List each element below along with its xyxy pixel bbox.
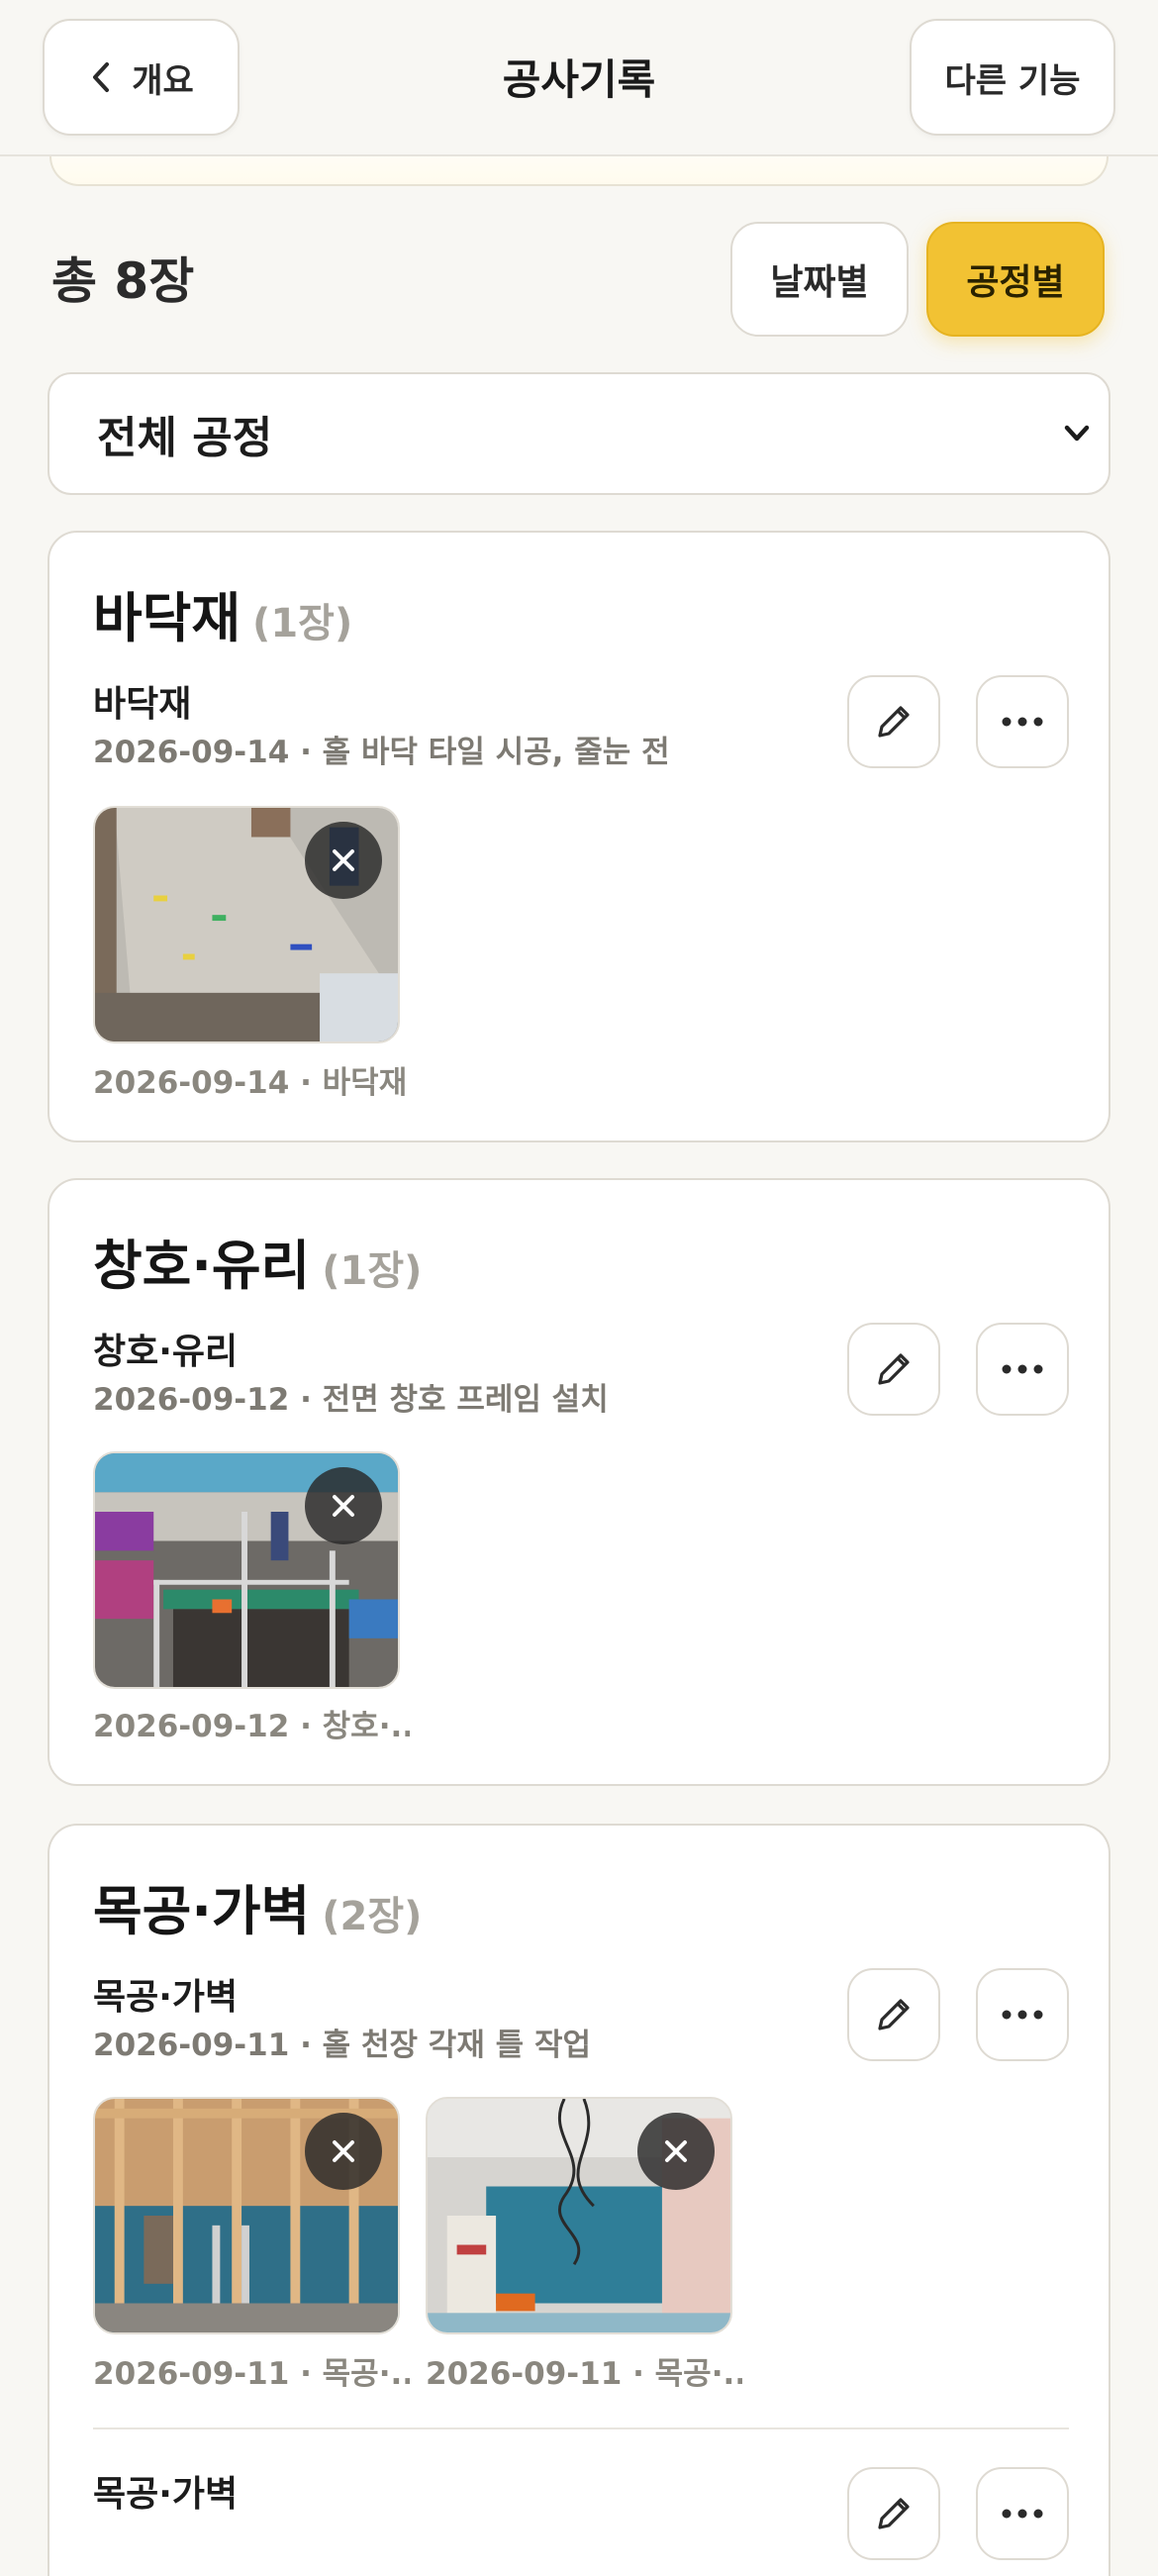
- photo-total-count: 총 8장: [51, 252, 195, 310]
- edit-entry-button[interactable]: [847, 1323, 940, 1416]
- remove-photo-button[interactable]: [305, 1467, 382, 1544]
- process-group-card: 창호·유리 (1장) 창호·유리 2026-09-12 · 전면 창호 프레임 …: [48, 1178, 1110, 1786]
- entry-more-button[interactable]: [976, 2467, 1069, 2560]
- entry-meta: 2026-09-12 · 전면 창호 프레임 설치: [93, 1382, 609, 1418]
- entry-title: 바닥재: [93, 684, 192, 725]
- photo-thumbnail[interactable]: [93, 1451, 400, 1689]
- group-header: 창호·유리 (1장): [93, 1222, 423, 1297]
- chevron-left-icon: [93, 62, 110, 92]
- back-button-label: 개요: [132, 60, 194, 101]
- photo-caption: 2026-09-11 · 목공·...: [93, 2356, 410, 2392]
- remove-photo-button[interactable]: [305, 822, 382, 899]
- process-group-card: 목공·가벽 (2장) 목공·가벽 2026-09-11 · 홀 천장 각재 틀 …: [48, 1824, 1110, 2576]
- group-photo-count: (1장): [322, 1248, 423, 1294]
- group-name: 목공·가벽: [93, 1880, 311, 1942]
- entry-title: 창호·유리: [93, 1332, 239, 1372]
- edit-entry-button[interactable]: [847, 1968, 940, 2061]
- pencil-icon: [878, 1353, 910, 1385]
- process-group-card: 바닥재 (1장) 바닥재 2026-09-14 · 홀 바닥 타일 시공, 줄눈…: [48, 531, 1110, 1142]
- entry-meta: 2026-09-14 · 홀 바닥 타일 시공, 줄눈 전: [93, 735, 670, 770]
- ellipsis-icon: [1002, 2010, 1043, 2020]
- photo-thumbnail[interactable]: [93, 2097, 400, 2334]
- view-by-date-button[interactable]: 날짜별: [730, 222, 909, 337]
- close-icon: [665, 2140, 687, 2162]
- edit-entry-button[interactable]: [847, 2467, 940, 2560]
- group-header: 목공·가벽 (2장): [93, 1867, 423, 1942]
- entry-more-button[interactable]: [976, 1323, 1069, 1416]
- photo-thumbnail[interactable]: [93, 806, 400, 1043]
- group-photo-count: (2장): [322, 1894, 423, 1939]
- pencil-icon: [878, 706, 910, 738]
- entry-title: 목공·가벽: [93, 1977, 239, 2018]
- process-filter-value: 전체 공정: [97, 413, 273, 463]
- entry-title: 목공·가벽: [93, 2474, 239, 2515]
- ellipsis-icon: [1002, 2509, 1043, 2519]
- ellipsis-icon: [1002, 717, 1043, 727]
- group-header: 바닥재 (1장): [93, 574, 353, 649]
- photo-caption: 2026-09-11 · 목공·...: [426, 2356, 742, 2392]
- pencil-icon: [878, 1999, 910, 2031]
- page-title: 공사기록: [502, 54, 656, 104]
- more-features-button[interactable]: 다른 기능: [910, 19, 1115, 136]
- group-name: 창호·유리: [93, 1235, 311, 1297]
- close-icon: [333, 2140, 354, 2162]
- photo-caption: 2026-09-14 · 바닥재: [93, 1065, 408, 1101]
- photo-caption: 2026-09-12 · 창호·...: [93, 1709, 410, 1744]
- top-app-bar: 개요 공사기록 다른 기능: [0, 0, 1158, 156]
- edit-entry-button[interactable]: [847, 675, 940, 768]
- close-icon: [333, 1495, 354, 1517]
- entry-more-button[interactable]: [976, 675, 1069, 768]
- entry-meta: 2026-09-11 · 홀 천장 각재 틀 작업: [93, 2028, 591, 2063]
- pencil-icon: [878, 2498, 910, 2529]
- photo-thumbnail[interactable]: [426, 2097, 732, 2334]
- close-icon: [333, 849, 354, 871]
- chevron-down-icon: [1064, 425, 1090, 442]
- remove-photo-button[interactable]: [637, 2113, 715, 2190]
- back-button[interactable]: 개요: [43, 19, 240, 136]
- ellipsis-icon: [1002, 1364, 1043, 1374]
- view-by-process-button[interactable]: 공정별: [926, 222, 1105, 337]
- entry-more-button[interactable]: [976, 1968, 1069, 2061]
- entry-divider: [93, 2427, 1069, 2429]
- group-photo-count: (1장): [252, 601, 353, 646]
- process-filter-select[interactable]: 전체 공정: [48, 372, 1110, 495]
- group-name: 바닥재: [93, 587, 241, 649]
- remove-photo-button[interactable]: [305, 2113, 382, 2190]
